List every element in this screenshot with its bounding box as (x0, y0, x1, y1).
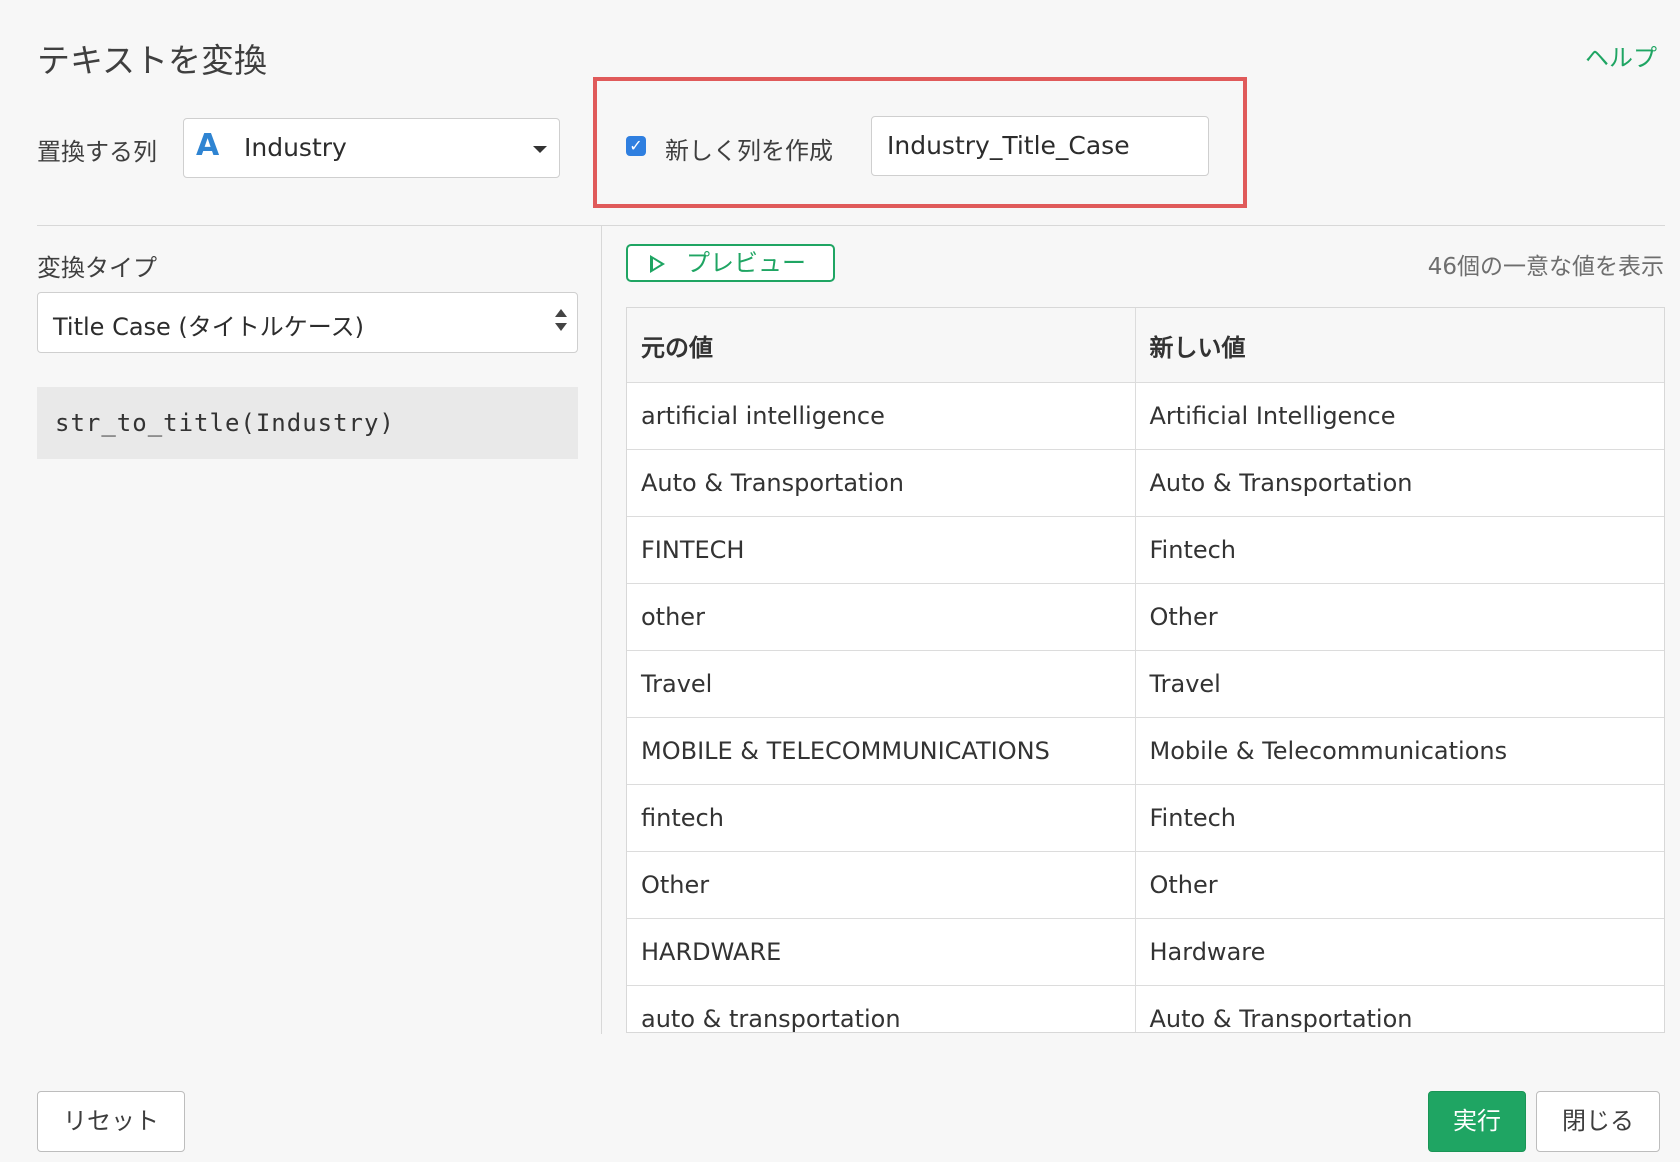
conversion-type-value: Title Case (タイトルケース) (53, 313, 364, 341)
original-value-cell: fintech (627, 784, 1136, 852)
play-icon (650, 255, 665, 273)
new-value-cell: Fintech (1135, 516, 1664, 584)
reset-button[interactable]: リセット (37, 1091, 185, 1152)
dialog-title: テキストを変換 (37, 41, 268, 80)
original-value-cell: Other (627, 851, 1136, 919)
transform-text-dialog: テキストを変換 ヘルプ 置換する列 A Industry ✓ 新しく列を作成 I… (0, 0, 1680, 1162)
column-select-value: Industry (244, 133, 347, 162)
horizontal-divider (37, 225, 1665, 226)
table-row: other Other (627, 583, 1664, 651)
unique-values-count: 46個の一意な値を表示 (1427, 254, 1664, 280)
new-value-cell: Auto & Transportation (1135, 985, 1664, 1032)
preview-button[interactable]: プレビュー (626, 244, 835, 282)
preview-button-label: プレビュー (686, 249, 806, 277)
table-header-row: 元の値 新しい値 (627, 308, 1664, 383)
new-value-cell: Other (1135, 583, 1664, 651)
conversion-type-select[interactable]: Title Case (タイトルケース) (37, 292, 578, 353)
original-value-cell: MOBILE & TELECOMMUNICATIONS (627, 717, 1136, 785)
table-row: auto & transportation Auto & Transportat… (627, 985, 1664, 1032)
select-arrows-icon (555, 309, 567, 335)
table-row: artificial intelligence Artificial Intel… (627, 382, 1664, 450)
new-value-cell: Artificial Intelligence (1135, 382, 1664, 450)
original-value-cell: artificial intelligence (627, 382, 1136, 450)
original-value-cell: FINTECH (627, 516, 1136, 584)
chevron-down-icon (533, 146, 547, 153)
table-row: fintech Fintech (627, 784, 1664, 852)
table-row: Travel Travel (627, 650, 1664, 718)
table-row: MOBILE & TELECOMMUNICATIONS Mobile & Tel… (627, 717, 1664, 785)
run-button[interactable]: 実行 (1428, 1091, 1526, 1152)
vertical-divider (601, 226, 602, 1034)
new-value-cell: Hardware (1135, 918, 1664, 986)
help-link[interactable]: ヘルプ (1585, 38, 1657, 73)
table-row: Other Other (627, 851, 1664, 919)
create-new-column-label: 新しく列を作成 (665, 137, 833, 165)
column-header-new: 新しい値 (1135, 308, 1664, 383)
table-row: FINTECH Fintech (627, 516, 1664, 584)
original-value-cell: Travel (627, 650, 1136, 718)
new-value-cell: Mobile & Telecommunications (1135, 717, 1664, 785)
original-value-cell: HARDWARE (627, 918, 1136, 986)
original-value-cell: other (627, 583, 1136, 651)
string-type-icon: A (196, 128, 220, 163)
conversion-type-label: 変換タイプ (37, 254, 157, 282)
new-value-cell: Auto & Transportation (1135, 449, 1664, 517)
new-value-cell: Other (1135, 851, 1664, 919)
original-value-cell: auto & transportation (627, 985, 1136, 1032)
create-new-column-checkbox[interactable]: ✓ (626, 136, 646, 156)
close-button[interactable]: 閉じる (1536, 1091, 1660, 1152)
new-column-name-input[interactable]: Industry_Title_Case (871, 116, 1209, 176)
column-header-original: 元の値 (627, 308, 1136, 383)
table-row: Auto & Transportation Auto & Transportat… (627, 449, 1664, 517)
original-value-cell: Auto & Transportation (627, 449, 1136, 517)
table-row: HARDWARE Hardware (627, 918, 1664, 986)
new-value-cell: Travel (1135, 650, 1664, 718)
function-code-preview: str_to_title(Industry) (37, 387, 578, 459)
new-value-cell: Fintech (1135, 784, 1664, 852)
replace-column-label: 置換する列 (37, 138, 157, 166)
column-select[interactable]: A Industry (183, 118, 560, 178)
preview-table[interactable]: 元の値 新しい値 artificial intelligence Artific… (626, 307, 1665, 1033)
